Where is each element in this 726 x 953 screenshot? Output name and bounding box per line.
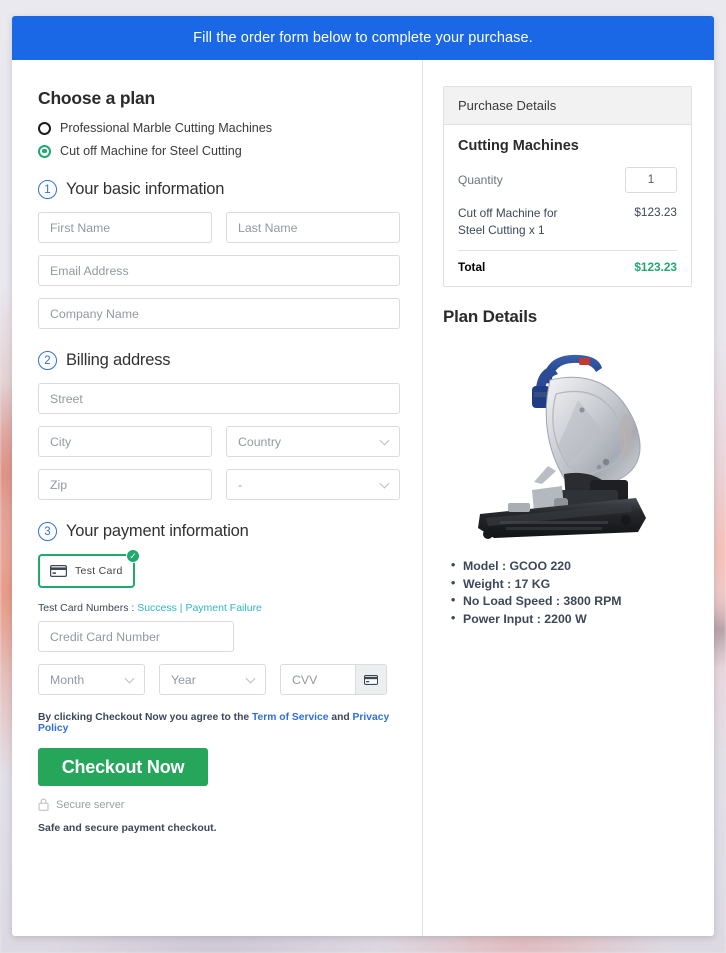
chevron-down-icon xyxy=(124,673,135,684)
step-number-badge: 1 xyxy=(38,180,57,199)
quantity-label: Quantity xyxy=(458,173,503,187)
card-body: Choose a plan Professional Marble Cuttin… xyxy=(12,60,714,936)
test-card-success-link[interactable]: Success xyxy=(137,602,177,614)
country-select[interactable]: Country xyxy=(226,426,400,457)
line-item-amount: $123.23 xyxy=(634,205,677,219)
total-divider xyxy=(458,250,677,252)
line-item-name: Cut off Machine for Steel Cutting x 1 xyxy=(458,206,558,238)
chevron-down-icon xyxy=(379,478,390,489)
step-title: Billing address xyxy=(66,351,171,369)
street-input[interactable]: Street xyxy=(38,383,400,414)
page-banner: Fill the order form below to complete yo… xyxy=(12,16,714,60)
purchase-product-title: Cutting Machines xyxy=(458,138,579,154)
card-number-row: Credit Card Number xyxy=(38,621,400,652)
plan-option-label: Professional Marble Cutting Machines xyxy=(60,121,273,135)
cvv-help-button[interactable] xyxy=(355,665,386,694)
country-select-value: Country xyxy=(238,434,282,449)
street-field-row: Street xyxy=(38,383,400,414)
zip-input[interactable]: Zip xyxy=(38,469,212,500)
credit-card-number-input[interactable]: Credit Card Number xyxy=(38,621,234,652)
cvv-input[interactable]: CVV xyxy=(281,665,355,694)
checkout-now-button[interactable]: Checkout Now xyxy=(38,748,208,786)
step-header-basic-info: 1 Your basic information xyxy=(38,180,400,199)
spec-item: Power Input : 2200 W xyxy=(451,610,692,628)
choose-plan-heading: Choose a plan xyxy=(38,88,156,108)
test-card-failure-link[interactable]: Payment Failure xyxy=(185,602,261,614)
email-field-row: Email Address xyxy=(38,255,400,286)
purchase-details-header: Purchase Details xyxy=(444,87,691,125)
purchase-details-box: Purchase Details Cutting Machines Quanti… xyxy=(443,86,692,288)
credit-card-icon xyxy=(364,674,378,685)
line-item-row: Cut off Machine for Steel Cutting x 1 $1… xyxy=(458,205,677,239)
test-card-numbers-label: Test Card Numbers : xyxy=(38,602,138,614)
test-card-numbers-line: Test Card Numbers : Success | Payment Fa… xyxy=(38,602,400,614)
secure-server-note: Secure server xyxy=(38,798,400,811)
product-image xyxy=(443,333,692,548)
zip-state-row: Zip - xyxy=(38,469,400,500)
summary-column: Purchase Details Cutting Machines Quanti… xyxy=(423,60,714,936)
total-row: Total $123.23 xyxy=(458,260,677,274)
city-country-row: City Country xyxy=(38,426,400,457)
expiry-year-select[interactable]: Year xyxy=(159,664,266,695)
radio-icon-selected[interactable] xyxy=(38,144,51,158)
purchase-details-body: Cutting Machines Quantity 1 Cut off Mach… xyxy=(444,125,691,286)
step-number-badge: 2 xyxy=(38,351,57,370)
company-field-row: Company Name xyxy=(38,298,400,329)
total-amount: $123.23 xyxy=(634,260,677,275)
cvv-field-group[interactable]: CVV xyxy=(280,664,387,695)
terms-agreement-text: By clicking Checkout Now you agree to th… xyxy=(38,712,400,734)
step-header-payment-info: 3 Your payment information xyxy=(38,522,400,541)
plan-option-label: Cut off Machine for Steel Cutting xyxy=(60,144,242,158)
chevron-down-icon xyxy=(379,435,390,446)
step-number-badge: 3 xyxy=(38,522,57,541)
plan-option-marble[interactable]: Professional Marble Cutting Machines xyxy=(38,121,400,135)
secure-server-label: Secure server xyxy=(56,798,125,811)
lock-icon xyxy=(38,798,49,811)
email-input[interactable]: Email Address xyxy=(38,255,400,286)
name-field-row: First Name Last Name xyxy=(38,212,400,243)
spec-item: No Load Speed : 3800 RPM xyxy=(451,592,692,610)
last-name-input[interactable]: Last Name xyxy=(226,212,400,243)
step-header-billing-address: 2 Billing address xyxy=(38,351,400,370)
cut-off-machine-icon xyxy=(478,355,646,540)
order-form-column: Choose a plan Professional Marble Cuttin… xyxy=(12,60,422,936)
company-name-input[interactable]: Company Name xyxy=(38,298,400,329)
spec-item: Model : GCOO 220 xyxy=(451,557,692,575)
expiry-month-select[interactable]: Month xyxy=(38,664,145,695)
expiry-month-value: Month xyxy=(50,672,85,687)
city-input[interactable]: City xyxy=(38,426,212,457)
payment-method-label: Test Card xyxy=(75,565,123,577)
product-spec-list: Model : GCOO 220 Weight : 17 KG No Load … xyxy=(451,557,692,628)
checkout-card: Fill the order form below to complete yo… xyxy=(12,16,714,936)
expiry-year-value: Year xyxy=(171,672,196,687)
first-name-input[interactable]: First Name xyxy=(38,212,212,243)
radio-icon-unselected[interactable] xyxy=(38,121,51,135)
state-select-value: - xyxy=(238,477,243,492)
state-select[interactable]: - xyxy=(226,469,400,500)
agreement-prefix: By clicking Checkout Now you agree to th… xyxy=(38,712,252,723)
terms-of-service-link[interactable]: Term of Service xyxy=(252,712,329,723)
quantity-row: Quantity 1 xyxy=(458,167,677,193)
payment-method-test-card[interactable]: Test Card ✓ xyxy=(38,549,140,588)
step-title: Your payment information xyxy=(66,522,249,540)
plan-option-steel[interactable]: Cut off Machine for Steel Cutting xyxy=(38,144,400,158)
expiry-cvv-row: Month Year CVV xyxy=(38,664,400,695)
quantity-input[interactable]: 1 xyxy=(625,167,677,193)
chevron-down-icon xyxy=(245,673,256,684)
plan-details-heading: Plan Details xyxy=(443,307,537,327)
spec-item: Weight : 17 KG xyxy=(451,575,692,593)
total-label: Total xyxy=(458,260,486,275)
agreement-conjunction: and xyxy=(328,712,353,723)
step-title: Your basic information xyxy=(66,180,225,198)
check-circle-icon: ✓ xyxy=(126,549,140,563)
safe-checkout-note: Safe and secure payment checkout. xyxy=(38,822,217,834)
credit-card-icon xyxy=(50,565,67,577)
